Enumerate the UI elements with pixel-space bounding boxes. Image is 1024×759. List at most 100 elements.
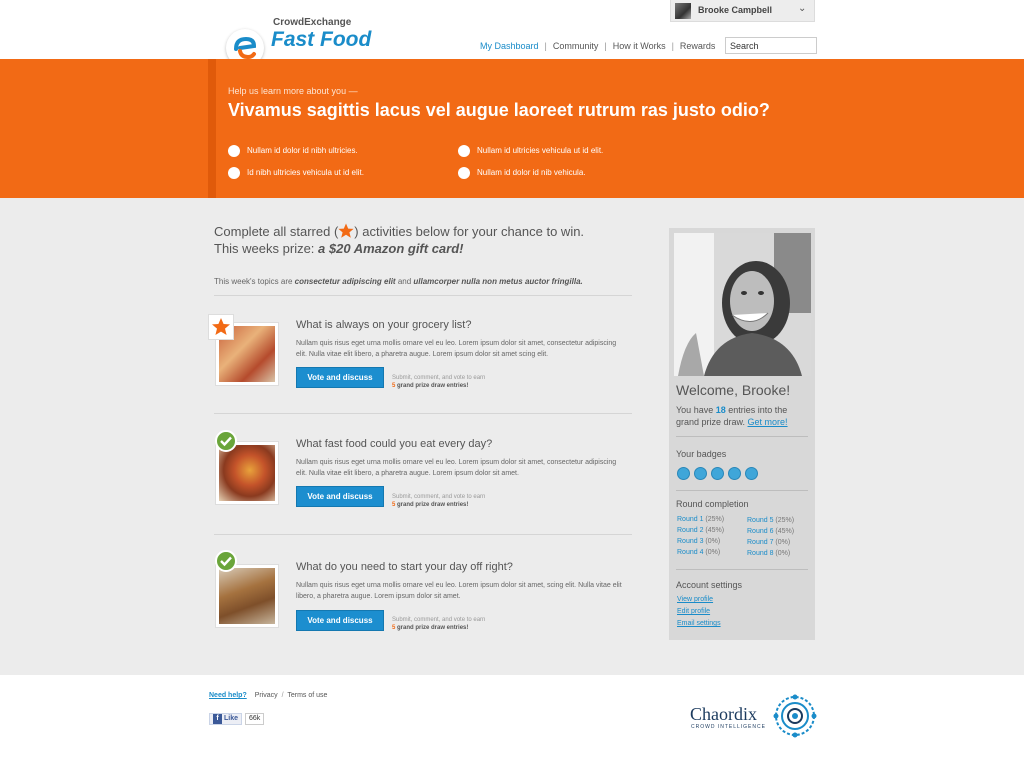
nav-separator: |	[544, 41, 547, 51]
survey-option[interactable]: Id nibh ultricies vehicula ut id elit.	[228, 167, 364, 179]
round-percent: (45%)	[775, 528, 795, 535]
radio-button[interactable]	[228, 145, 240, 157]
round-item[interactable]: Round 6 (45%)	[747, 528, 794, 535]
nav-my-dashboard[interactable]: My Dashboard	[480, 41, 539, 51]
badge-icon[interactable]	[694, 467, 707, 480]
round-percent: (0%)	[775, 539, 791, 546]
round-link[interactable]: Round 7	[747, 539, 773, 546]
get-more-link[interactable]: Get more!	[748, 417, 788, 427]
badge-icon[interactable]	[711, 467, 724, 480]
vote-and-discuss-button[interactable]: Vote and discuss	[296, 486, 384, 507]
nav-separator: |	[671, 41, 674, 51]
chaordix-logo[interactable]: Chaordix	[690, 704, 757, 725]
nav-community[interactable]: Community	[553, 41, 599, 51]
radio-button[interactable]	[228, 167, 240, 179]
vote-note: Submit, comment, and vote to earn 5 grand…	[392, 374, 485, 390]
divider	[214, 413, 632, 414]
nav-separator: |	[604, 41, 607, 51]
activity-description: Nullam quis risus eget urna mollis ornar…	[296, 582, 622, 600]
topics-text: and	[395, 277, 414, 286]
survey-option[interactable]: Nullam id dolor id nib vehicula.	[458, 167, 586, 179]
entries-total: 18	[715, 405, 726, 415]
survey-option-label: Id nibh ultricies vehicula ut id elit.	[247, 168, 364, 178]
nav-how-it-works[interactable]: How it Works	[613, 41, 666, 51]
survey-option-label: Nullam id ultricies vehicula ut id elit.	[477, 146, 604, 156]
survey-question: Vivamus sagittis lacus vel augue laoreet…	[228, 100, 770, 120]
vote-and-discuss-button[interactable]: Vote and discuss	[296, 610, 384, 631]
radio-button[interactable]	[458, 167, 470, 179]
activity-title[interactable]: What do you need to start your day off r…	[296, 561, 513, 573]
vote-note: Submit, comment, and vote to earn 5 grand…	[392, 616, 485, 632]
survey-option[interactable]: Nullam id dolor id nibh ultricies.	[228, 145, 358, 157]
need-help-link[interactable]: Need help?	[209, 692, 247, 699]
starred-marker	[208, 314, 234, 340]
badge-icon[interactable]	[745, 467, 758, 480]
round-percent: (0%)	[775, 550, 791, 557]
radio-button[interactable]	[458, 145, 470, 157]
welcome-heading: Welcome, Brooke!	[676, 382, 791, 398]
check-circle-icon	[215, 430, 237, 452]
round-item[interactable]: Round 8 (0%)	[747, 550, 790, 557]
round-link[interactable]: Round 6	[747, 528, 773, 535]
round-link[interactable]: Round 2	[677, 527, 703, 534]
activity-title[interactable]: What is always on your grocery list?	[296, 319, 471, 331]
brand-name: CrowdExchange	[273, 17, 352, 28]
terms-link[interactable]: Terms of use	[287, 692, 327, 699]
round-link[interactable]: Round 5	[747, 517, 773, 524]
facebook-icon: f	[213, 714, 222, 724]
check-circle-icon	[215, 550, 237, 572]
round-link[interactable]: Round 8	[747, 550, 773, 557]
privacy-link[interactable]: Privacy	[255, 692, 278, 699]
prize-label: This weeks prize:	[214, 241, 319, 256]
bagel-coffee-image	[219, 568, 275, 624]
profile-photo[interactable]	[674, 233, 811, 376]
round-link[interactable]: Round 1	[677, 516, 703, 523]
completed-marker	[214, 429, 240, 455]
divider	[676, 436, 808, 437]
topics-text: This week's topics are	[214, 277, 295, 286]
badge-icon[interactable]	[677, 467, 690, 480]
prize-line: This weeks prize: a $20 Amazon gift card…	[214, 241, 464, 256]
round-item[interactable]: Round 4 (0%)	[677, 549, 720, 556]
intro-text: Complete all starred (	[214, 224, 339, 239]
survey-option-label: Nullam id dolor id nib vehicula.	[477, 168, 586, 178]
site-title[interactable]: Fast Food	[271, 28, 371, 52]
round-item[interactable]: Round 5 (25%)	[747, 517, 794, 524]
banner-accent	[208, 59, 216, 198]
round-link[interactable]: Round 3	[677, 538, 703, 545]
profile-photo-image	[674, 233, 811, 376]
activity-description: Nullam quis risus eget urna mollis ornar…	[296, 459, 617, 477]
badge-icon[interactable]	[728, 467, 741, 480]
user-name: Brooke Campbell	[698, 5, 773, 15]
vote-and-discuss-button[interactable]: Vote and discuss	[296, 367, 384, 388]
vote-note-bold: grand prize draw entries!	[395, 502, 469, 508]
email-settings-link[interactable]: Email settings	[677, 620, 721, 627]
divider	[214, 295, 632, 296]
completed-marker	[214, 549, 240, 575]
footer-separator: /	[281, 692, 284, 699]
survey-option[interactable]: Nullam id ultricies vehicula ut id elit.	[458, 145, 603, 157]
round-link[interactable]: Round 4	[677, 549, 703, 556]
edit-profile-link[interactable]: Edit profile	[677, 608, 710, 615]
round-item[interactable]: Round 2 (45%)	[677, 527, 724, 534]
round-item[interactable]: Round 7 (0%)	[747, 539, 790, 546]
star-icon	[212, 318, 230, 335]
round-item[interactable]: Round 3 (0%)	[677, 538, 720, 545]
main-content	[0, 198, 1024, 675]
nav-rewards[interactable]: Rewards	[680, 41, 716, 51]
facebook-like-button[interactable]: f Like	[209, 713, 243, 725]
main-nav: My Dashboard | Community | How it Works | Rewa…	[480, 41, 715, 51]
search-input[interactable]	[725, 37, 817, 54]
divider	[214, 534, 632, 535]
weekly-topics: This week's topics are consectetur adipi…	[214, 277, 583, 286]
prize-value: a $20 Amazon gift card!	[318, 241, 464, 256]
vote-note-bold: grand prize draw entries!	[395, 625, 469, 631]
round-item[interactable]: Round 1 (25%)	[677, 516, 724, 523]
chevron-down-icon[interactable]: ⌄	[798, 3, 806, 14]
activity-title[interactable]: What fast food could you eat every day?	[296, 438, 492, 450]
topic-b: ullamcorper nulla non metus auctor fring…	[413, 277, 583, 286]
view-profile-link[interactable]: View profile	[677, 596, 713, 603]
footer-links: Need help? Privacy / Terms of use	[209, 692, 327, 699]
user-menu[interactable]: Brooke Campbell ⌄	[670, 0, 815, 22]
divider	[676, 490, 808, 491]
